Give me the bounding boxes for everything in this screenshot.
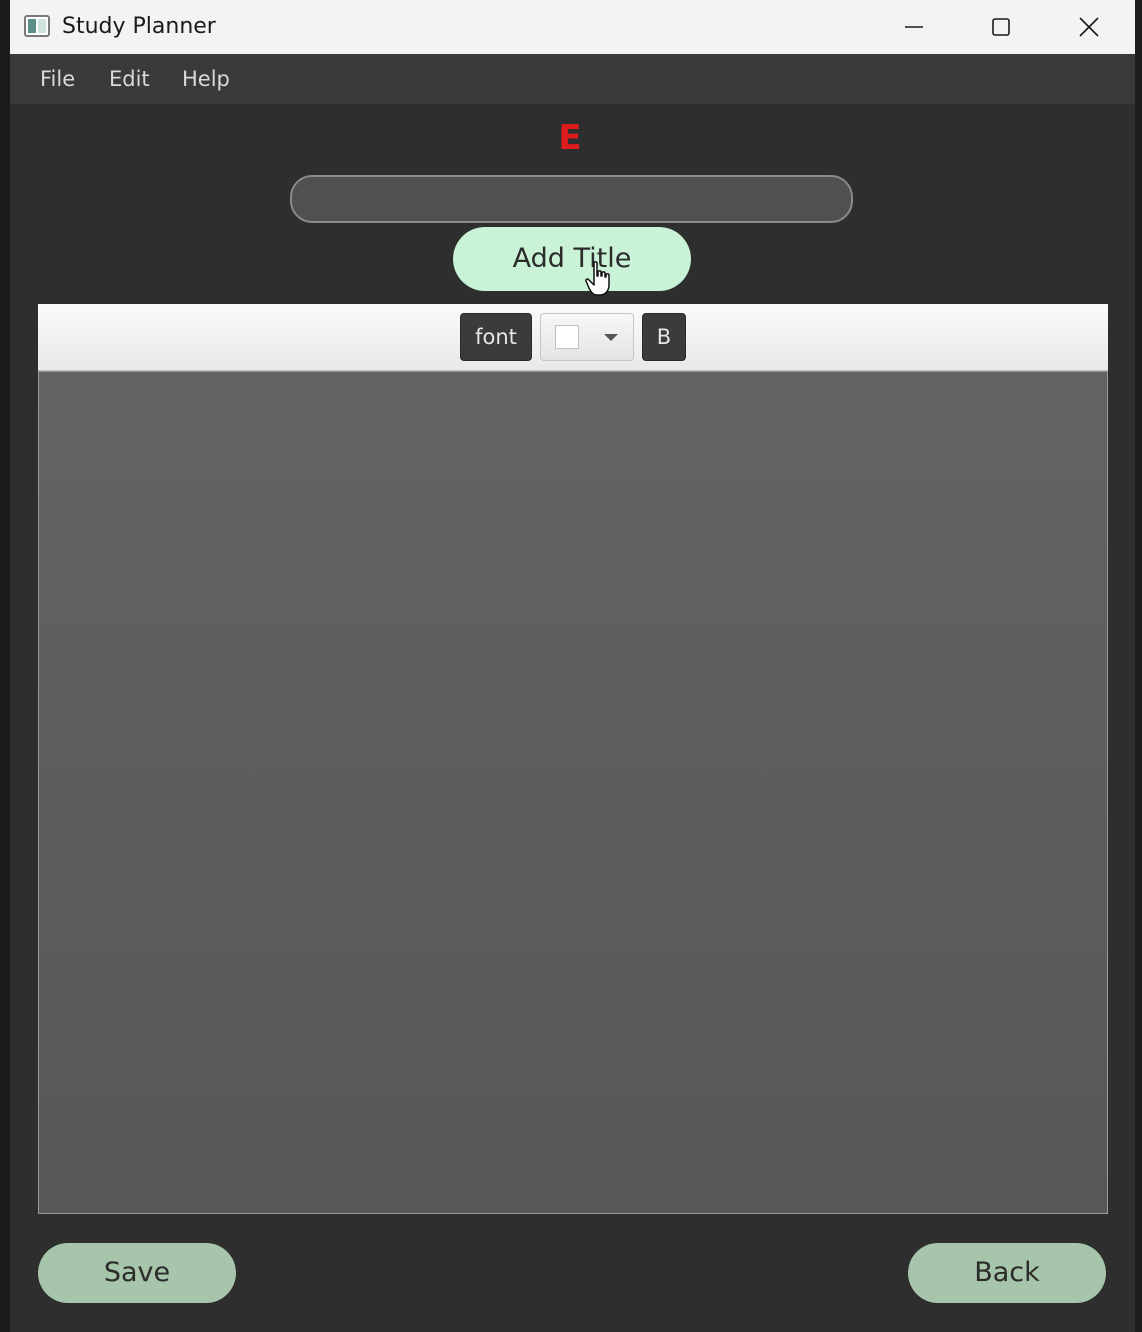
menu-file[interactable]: File	[40, 66, 75, 92]
menu-help[interactable]: Help	[182, 66, 230, 92]
formatting-toolbar: font B	[38, 304, 1108, 371]
menu-bar: File Edit Help	[10, 54, 1135, 104]
title-bar: Study Planner	[10, 0, 1135, 54]
close-icon	[1079, 17, 1099, 37]
maximize-button[interactable]	[965, 0, 1037, 54]
back-button[interactable]: Back	[908, 1243, 1106, 1303]
close-button[interactable]	[1053, 0, 1125, 54]
add-title-button[interactable]: Add Title	[453, 227, 691, 291]
background-app-edge	[0, 0, 10, 1332]
save-button[interactable]: Save	[38, 1243, 236, 1303]
app-icon-pane-left	[28, 19, 36, 33]
window-title: Study Planner	[62, 14, 216, 39]
menu-edit[interactable]: Edit	[109, 66, 150, 92]
title-input[interactable]	[290, 175, 853, 223]
maximize-icon	[992, 18, 1010, 36]
study-planner-window: Study Planner File Edit Help E Add Title	[10, 0, 1135, 1332]
font-button[interactable]: font	[460, 313, 532, 361]
app-icon-pane-right	[38, 19, 46, 33]
minimize-icon	[905, 26, 923, 28]
app-window-icon	[24, 15, 50, 37]
text-editor-area[interactable]	[38, 371, 1108, 1214]
bold-button[interactable]: B	[642, 313, 686, 361]
minimize-button[interactable]	[878, 0, 950, 54]
color-swatch	[555, 325, 579, 349]
color-picker[interactable]	[540, 313, 634, 361]
error-label: E	[558, 118, 582, 158]
chevron-down-icon	[604, 334, 618, 341]
